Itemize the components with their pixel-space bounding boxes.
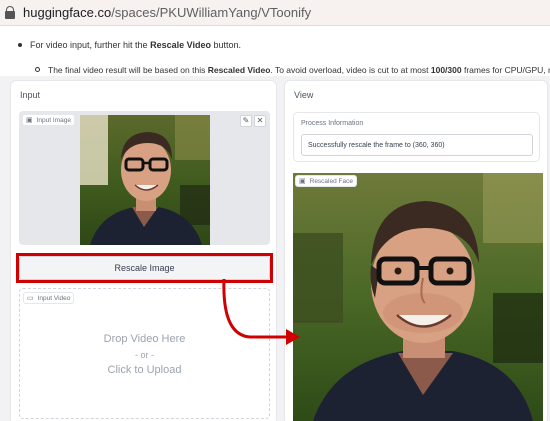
readme-bullet-video: For video input, further hit the Rescale… [18,40,241,50]
input-portrait-image [80,115,210,245]
input-image-tag-label: Input Image [36,116,71,124]
bullet-text: The final video result will be based on … [48,65,208,75]
process-info-field[interactable]: Successfully rescale the frame to (360, … [301,134,533,156]
screenshot: huggingface.co/spaces/PKUWilliamYang/VTo… [0,0,550,421]
input-panel-title: Input [20,90,41,100]
image-toolbar: ✎ ✕ [240,115,266,127]
rescaled-face-area: ▣ Rescaled Face [293,173,543,421]
input-video-tag-label: Input Video [37,294,71,302]
view-panel: View Process Information Successfully re… [284,80,548,421]
input-image-tag: ▣ Input Image [22,114,75,126]
gradio-app: Input ▣ Input Image ✎ ✕ Rescale Image ▭ … [0,76,550,421]
image-icon: ▣ [299,178,306,185]
close-icon[interactable]: ✕ [254,115,266,127]
image-icon: ▣ [26,117,33,124]
edit-icon[interactable]: ✎ [240,115,252,127]
video-icon: ▭ [27,295,34,302]
url-domain: huggingface.co [23,5,112,20]
bullet-dot [18,42,22,47]
rescaled-portrait-image [293,173,543,421]
bullet-bold: 100/300 [430,65,462,75]
process-info-box: Process Information Successfully rescale… [293,112,540,162]
drop-video-text: Drop Video Here [103,333,186,345]
bullet-text: For video input, further hit the [30,40,151,50]
url-path: /spaces/PKUWilliamYang/VToonify [111,5,312,20]
view-panel-title: View [294,90,314,100]
bullet-text: button. [210,40,241,50]
input-image-area[interactable]: ▣ Input Image ✎ ✕ [19,111,270,245]
address-bar[interactable]: huggingface.co/spaces/PKUWilliamYang/VTo… [0,0,550,26]
input-video-dropzone[interactable]: ▭ Input Video Drop Video Here - or - Clic… [19,288,270,419]
drop-or-text: - or - [135,350,154,360]
bullet-ring [35,67,40,73]
bullet-text: frames for CPU/GPU, respecti [463,65,550,75]
rescaled-face-tag: ▣ Rescaled Face [295,175,357,187]
readme-section: For video input, further hit the Rescale… [0,26,550,76]
bullet-bold: Rescaled Video [207,65,271,75]
rescaled-face-tag-label: Rescaled Face [309,177,353,185]
click-upload-text[interactable]: Click to Upload [20,364,269,376]
lock-icon[interactable] [5,6,15,19]
readme-bullet-result: The final video result will be based on … [35,65,550,75]
bullet-bold: Rescale Video [150,40,211,50]
input-video-tag: ▭ Input Video [23,292,75,304]
rescale-image-button[interactable]: Rescale Image [19,256,270,280]
process-info-label: Process Information [301,120,364,127]
input-panel: Input ▣ Input Image ✎ ✕ Rescale Image ▭ … [10,80,277,421]
url-text[interactable]: huggingface.co/spaces/PKUWilliamYang/VTo… [23,5,311,20]
bullet-text: . To avoid overload, video is cut to at … [270,65,431,75]
